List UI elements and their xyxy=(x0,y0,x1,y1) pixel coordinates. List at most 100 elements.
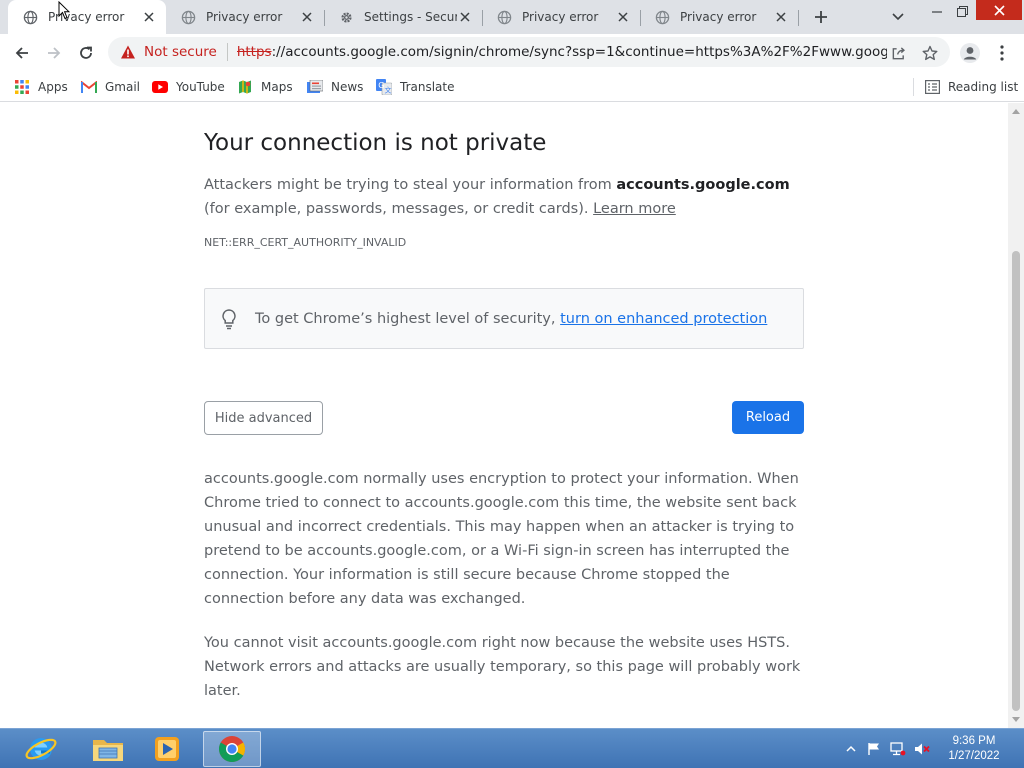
tray-action-center[interactable] xyxy=(866,741,882,757)
reload-page-button[interactable]: Reload xyxy=(732,401,804,434)
minimize-button[interactable] xyxy=(926,2,948,20)
intro-domain: accounts.google.com xyxy=(616,177,790,193)
star-icon xyxy=(922,45,938,61)
forward-button[interactable] xyxy=(42,41,66,65)
taskbar-chrome[interactable] xyxy=(203,731,261,767)
globe-icon xyxy=(180,9,196,25)
warning-triangle-icon[interactable] xyxy=(120,44,136,60)
news-icon xyxy=(307,79,323,95)
close-icon[interactable] xyxy=(773,9,789,25)
tab-strip: Privacy error Privacy error Settings - S… xyxy=(0,0,1024,34)
speaker-muted-icon xyxy=(915,743,930,755)
tab-title: Settings - Securit xyxy=(364,10,457,24)
bookmark-apps[interactable]: Apps xyxy=(14,76,68,98)
tab-privacy-error-3[interactable]: Privacy error xyxy=(482,0,640,34)
scroll-up-arrow[interactable] xyxy=(1012,109,1020,114)
windows-taskbar: 9:36 PM 1/27/2022 xyxy=(0,728,1024,768)
restore-button[interactable] xyxy=(951,2,973,20)
url-rest: ://accounts.google.com/signin/chrome/syn… xyxy=(271,44,887,60)
clock-time: 9:36 PM xyxy=(952,735,996,747)
reading-list-label: Reading list xyxy=(948,80,1019,94)
taskbar-clock[interactable]: 9:36 PM 1/27/2022 xyxy=(935,734,1013,764)
bookmark-news[interactable]: News xyxy=(307,76,363,98)
gear-icon xyxy=(338,9,354,25)
address-bar[interactable]: Not secure https://accounts.google.com/s… xyxy=(108,37,950,67)
learn-more-link[interactable]: Learn more xyxy=(593,201,676,217)
bookmark-label: Gmail xyxy=(105,80,141,94)
network-icon xyxy=(890,742,906,756)
url-scheme: https xyxy=(236,44,272,60)
svg-text:G: G xyxy=(378,81,384,90)
arrow-right-icon xyxy=(48,47,61,59)
intro-text-after: (for example, passwords, messages, or cr… xyxy=(204,201,594,217)
tab-settings-security[interactable]: Settings - Securit xyxy=(324,0,482,34)
url-text[interactable]: https://accounts.google.com/signin/chrom… xyxy=(237,44,887,60)
profile-button[interactable] xyxy=(958,41,982,65)
gmail-icon xyxy=(81,79,97,95)
tray-overflow-button[interactable] xyxy=(843,741,859,757)
error-code: NET::ERR_CERT_AUTHORITY_INVALID xyxy=(204,236,407,249)
minimize-icon xyxy=(932,11,942,13)
hide-advanced-button[interactable]: Hide advanced xyxy=(204,401,323,435)
page-scrollbar[interactable] xyxy=(1008,103,1024,728)
globe-icon xyxy=(22,9,38,25)
reading-list-icon xyxy=(924,79,940,95)
chrome-menu-button[interactable] xyxy=(993,41,1011,65)
taskbar-file-explorer[interactable] xyxy=(79,731,137,767)
file-explorer-icon xyxy=(93,740,123,761)
chrome-icon xyxy=(218,736,246,763)
chevron-up-icon xyxy=(846,745,856,752)
tab-title: Privacy error xyxy=(206,10,283,24)
bookmark-translate[interactable]: G文 Translate xyxy=(376,76,455,98)
close-icon xyxy=(993,4,1005,16)
intro-paragraph: Attackers might be trying to steal your … xyxy=(204,173,808,221)
bookmarks-divider xyxy=(913,78,914,96)
tray-volume[interactable] xyxy=(914,741,930,757)
browser-toolbar: Not secure https://accounts.google.com/s… xyxy=(0,34,1024,72)
tab-search-button[interactable] xyxy=(889,8,907,26)
share-button[interactable] xyxy=(887,42,909,64)
page-content: Your connection is not private Attackers… xyxy=(0,103,1008,728)
avatar-icon xyxy=(960,43,980,63)
close-icon[interactable] xyxy=(615,9,631,25)
not-secure-label[interactable]: Not secure xyxy=(144,44,217,60)
reading-list-button[interactable]: Reading list xyxy=(924,76,1018,98)
svg-text:文: 文 xyxy=(385,86,392,95)
reload-button[interactable] xyxy=(74,41,98,65)
internet-explorer-icon xyxy=(25,738,57,760)
scrollbar-thumb[interactable] xyxy=(1012,251,1020,711)
kebab-menu-icon xyxy=(1000,45,1004,61)
enhanced-protection-link[interactable]: turn on enhanced protection xyxy=(560,311,767,327)
bookmark-maps[interactable]: Maps xyxy=(237,76,293,98)
page-title: Your connection is not private xyxy=(204,130,547,156)
chevron-down-icon xyxy=(892,13,904,21)
plus-icon xyxy=(815,11,827,23)
media-player-icon xyxy=(155,737,179,761)
close-window-button[interactable] xyxy=(976,0,1022,20)
intro-text: Attackers might be trying to steal your … xyxy=(204,177,617,193)
bookmark-youtube[interactable]: YouTube xyxy=(152,76,225,98)
bookmark-star-button[interactable] xyxy=(919,42,941,64)
scroll-down-arrow[interactable] xyxy=(1012,717,1020,722)
tab-privacy-error-1[interactable]: Privacy error xyxy=(8,0,166,34)
globe-icon xyxy=(496,9,512,25)
close-icon[interactable] xyxy=(141,9,157,25)
taskbar-internet-explorer[interactable] xyxy=(12,731,70,767)
close-icon[interactable] xyxy=(299,9,315,25)
tab-privacy-error-2[interactable]: Privacy error xyxy=(166,0,324,34)
back-button[interactable] xyxy=(10,41,34,65)
tab-title: Privacy error xyxy=(680,10,757,24)
bookmark-label: Translate xyxy=(400,80,455,94)
bookmark-gmail[interactable]: Gmail xyxy=(81,76,140,98)
new-tab-button[interactable] xyxy=(810,6,832,28)
close-icon[interactable] xyxy=(457,9,473,25)
bookmark-label: YouTube xyxy=(176,80,225,94)
tab-privacy-error-4[interactable]: Privacy error xyxy=(640,0,798,34)
globe-icon xyxy=(654,9,670,25)
bookmark-label: News xyxy=(331,80,364,94)
details-paragraph: accounts.google.com normally uses encryp… xyxy=(204,471,799,607)
tray-network[interactable] xyxy=(890,741,906,757)
taskbar-media-player[interactable] xyxy=(138,731,196,767)
share-icon xyxy=(892,46,905,59)
tab-separator xyxy=(798,10,799,26)
